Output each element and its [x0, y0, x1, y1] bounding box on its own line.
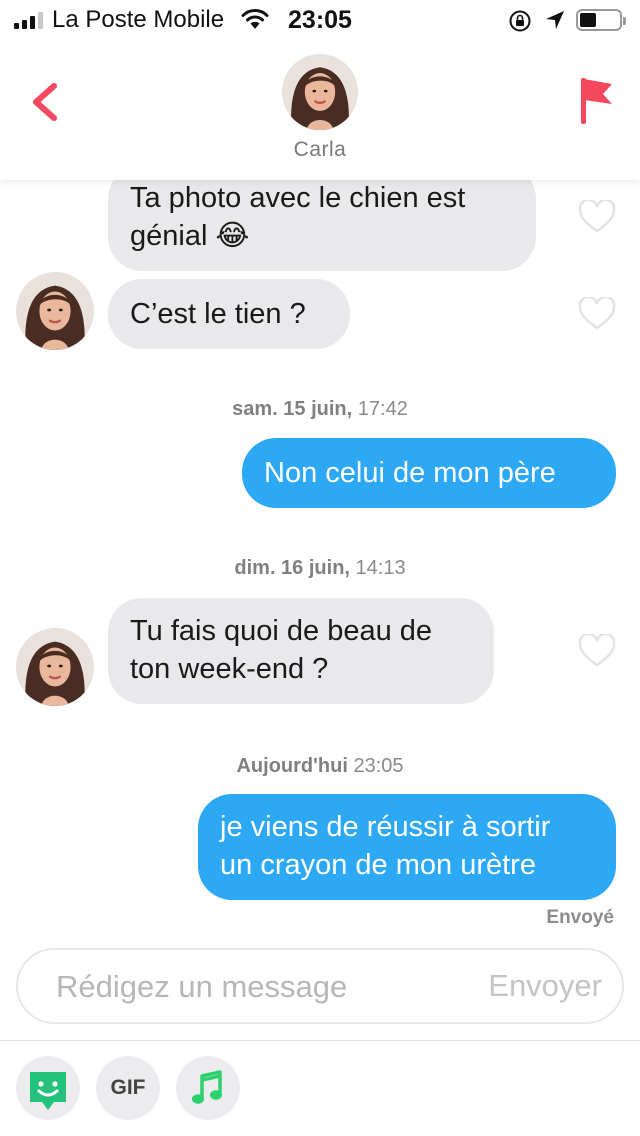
incoming-message: C’est le tien ? — [108, 279, 350, 349]
rotation-lock-icon — [509, 10, 531, 32]
music-button[interactable] — [176, 1056, 240, 1120]
battery-icon — [576, 9, 626, 31]
outgoing-message: je viens de réussir à sortir un crayon d… — [198, 794, 616, 900]
message-input[interactable] — [56, 964, 436, 1010]
music-note-icon — [192, 1070, 222, 1104]
delivery-status: Envoyé — [546, 907, 614, 928]
incoming-message: Tu fais quoi de beau de ton week-end ? — [108, 598, 494, 704]
send-button[interactable]: Envoyer — [488, 968, 602, 1004]
gif-button[interactable]: GIF — [96, 1056, 160, 1120]
outgoing-message: Non celui de mon père — [242, 438, 616, 508]
like-heart-icon[interactable] — [578, 634, 616, 668]
report-flag-icon[interactable] — [576, 74, 616, 126]
like-heart-icon[interactable] — [578, 200, 616, 234]
date-separator: sam. 15 juin, 17:42 — [232, 398, 408, 420]
smiley-sticker-icon — [30, 1072, 66, 1110]
date-separator: dim. 16 juin, 14:13 — [234, 557, 406, 579]
date-separator: Aujourd'hui 23:05 — [236, 755, 404, 777]
sticker-button[interactable] — [16, 1056, 80, 1120]
contact-name[interactable]: Carla — [0, 138, 640, 162]
contact-avatar-small[interactable] — [16, 272, 94, 350]
incoming-message: Ta photo avec le chien est génial 😂 — [108, 165, 536, 271]
back-chevron-icon[interactable] — [26, 80, 66, 124]
contact-avatar[interactable] — [282, 54, 358, 130]
status-bar: La Poste Mobile 23:05 — [0, 0, 640, 40]
message-composer: Envoyer — [16, 948, 624, 1024]
contact-avatar-small[interactable] — [16, 628, 94, 706]
toolbar-divider — [0, 1040, 640, 1041]
chat-header: Carla — [0, 40, 640, 180]
like-heart-icon[interactable] — [578, 297, 616, 331]
location-arrow-icon — [546, 11, 564, 29]
